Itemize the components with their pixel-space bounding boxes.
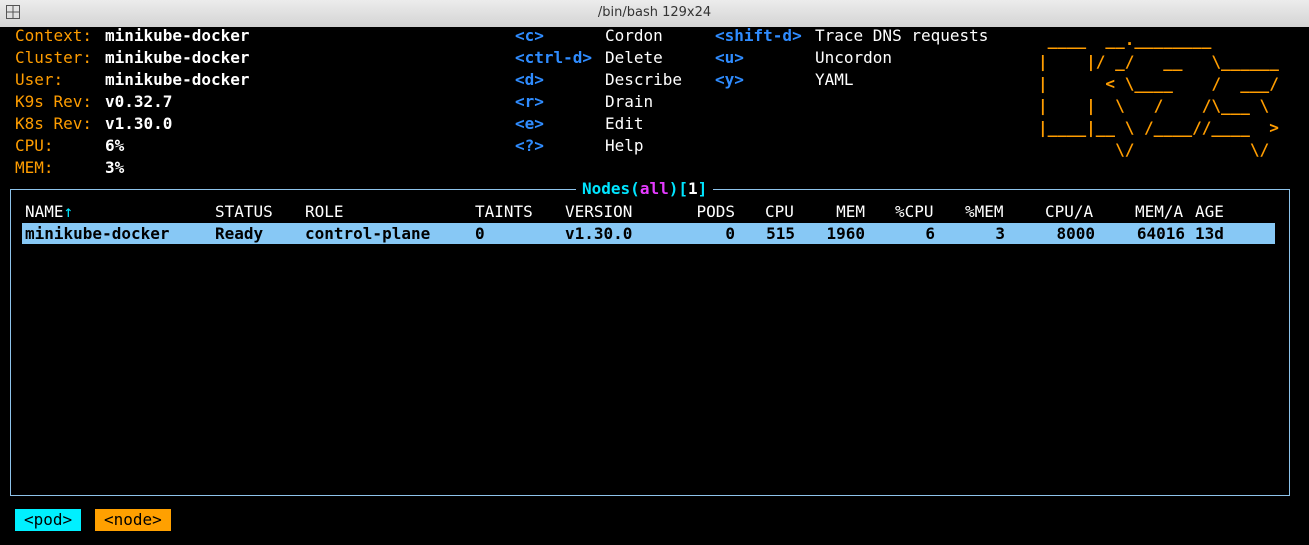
shortcut-help-key[interactable]: <?> bbox=[515, 135, 544, 157]
cluster-label: Cluster: bbox=[15, 48, 93, 67]
cell-status: Ready bbox=[215, 224, 264, 243]
cell-version: v1.30.0 bbox=[565, 224, 633, 243]
shortcut-delete-key[interactable]: <ctrl-d> bbox=[515, 47, 592, 69]
context-label: Context: bbox=[15, 26, 93, 45]
column-header-version[interactable]: VERSION bbox=[565, 201, 632, 223]
column-header-status[interactable]: STATUS bbox=[215, 201, 273, 223]
cell-role: control-plane bbox=[305, 224, 431, 243]
shortcut-yaml-key[interactable]: <y> bbox=[715, 69, 744, 91]
cell-taints: 0 bbox=[475, 224, 485, 243]
sort-arrow-icon: ↑ bbox=[63, 202, 74, 221]
shortcut-trace-dns-key[interactable]: <shift-d> bbox=[715, 25, 802, 47]
shortcut-cordon-key[interactable]: <c> bbox=[515, 25, 544, 47]
table-title: Nodes(all)[1] bbox=[576, 178, 714, 200]
table-title-resource: Nodes bbox=[582, 179, 631, 198]
shortcut-cordon-label: Cordon bbox=[605, 26, 663, 45]
mem-value: 3% bbox=[105, 158, 125, 177]
cell-cpu: 515 bbox=[766, 224, 795, 243]
cpu-value: 6% bbox=[105, 136, 125, 155]
cell-name: minikube-docker bbox=[25, 224, 170, 243]
cell-pct-cpu: 6 bbox=[925, 224, 935, 243]
shortcut-yaml-label: YAML bbox=[815, 70, 854, 89]
table-title-count: 1 bbox=[687, 179, 698, 198]
k9s-rev-value: v0.32.7 bbox=[105, 92, 173, 111]
column-header-age[interactable]: AGE bbox=[1195, 201, 1224, 223]
cell-mem-a: 64016 bbox=[1136, 224, 1185, 243]
shortcut-edit-key[interactable]: <e> bbox=[515, 113, 544, 135]
column-header-pct-mem[interactable]: %MEM bbox=[965, 201, 1004, 223]
cell-pct-mem: 3 bbox=[995, 224, 1005, 243]
cluster-value: minikube-docker bbox=[105, 48, 250, 67]
column-header-pct-cpu[interactable]: %CPU bbox=[895, 201, 934, 223]
cell-cpu-a: 8000 bbox=[1056, 224, 1095, 243]
column-header-mem[interactable]: MEM bbox=[805, 201, 865, 223]
mem-label: MEM: bbox=[15, 158, 54, 177]
column-header-name[interactable]: NAME↑ bbox=[25, 201, 73, 223]
column-header-cpu[interactable]: CPU bbox=[765, 201, 794, 223]
column-header-taints[interactable]: TAINTS bbox=[475, 201, 533, 223]
shortcut-edit-label: Edit bbox=[605, 114, 644, 133]
context-value: minikube-docker bbox=[105, 26, 250, 45]
user-value: minikube-docker bbox=[105, 70, 250, 89]
user-label: User: bbox=[15, 70, 64, 89]
shortcut-describe-label: Describe bbox=[605, 70, 683, 89]
column-header-role[interactable]: ROLE bbox=[305, 201, 344, 223]
cell-age: 13d bbox=[1195, 224, 1224, 243]
window-title: /bin/bash 129x24 bbox=[597, 5, 712, 20]
k9s-rev-label: K9s Rev: bbox=[15, 92, 93, 111]
shortcut-help-label: Help bbox=[605, 136, 644, 155]
k8s-rev-label: K8s Rev: bbox=[15, 114, 93, 133]
terminal[interactable]: Context: minikube-docker Cluster: miniku… bbox=[0, 25, 1309, 545]
shortcut-delete-label: Delete bbox=[605, 48, 663, 67]
column-header-mem-a[interactable]: MEM/A bbox=[1135, 201, 1183, 223]
shortcut-trace-dns-label: Trace DNS requests bbox=[815, 26, 989, 45]
shortcut-describe-key[interactable]: <d> bbox=[515, 69, 544, 91]
shortcut-uncordon-key[interactable]: <u> bbox=[715, 47, 744, 69]
column-header-pods[interactable]: PODS bbox=[665, 201, 735, 223]
shortcut-drain-label: Drain bbox=[605, 92, 654, 111]
cell-mem: 1960 bbox=[826, 224, 865, 243]
shortcut-uncordon-label: Uncordon bbox=[815, 48, 893, 67]
column-header-cpu-a[interactable]: CPU/A bbox=[1045, 201, 1093, 223]
crumb-node[interactable]: <node> bbox=[95, 509, 171, 531]
k9s-logo: ____ __.________ | |/ _/ __ \______ | < … bbox=[1038, 30, 1279, 159]
cpu-label: CPU: bbox=[15, 136, 54, 155]
shortcut-drain-key[interactable]: <r> bbox=[515, 91, 544, 113]
k8s-rev-value: v1.30.0 bbox=[105, 114, 173, 133]
window-titlebar: /bin/bash 129x24 bbox=[0, 0, 1309, 28]
crumb-pod[interactable]: <pod> bbox=[15, 509, 82, 531]
cell-pods: 0 bbox=[725, 224, 735, 243]
table-title-filter: all bbox=[639, 179, 669, 198]
